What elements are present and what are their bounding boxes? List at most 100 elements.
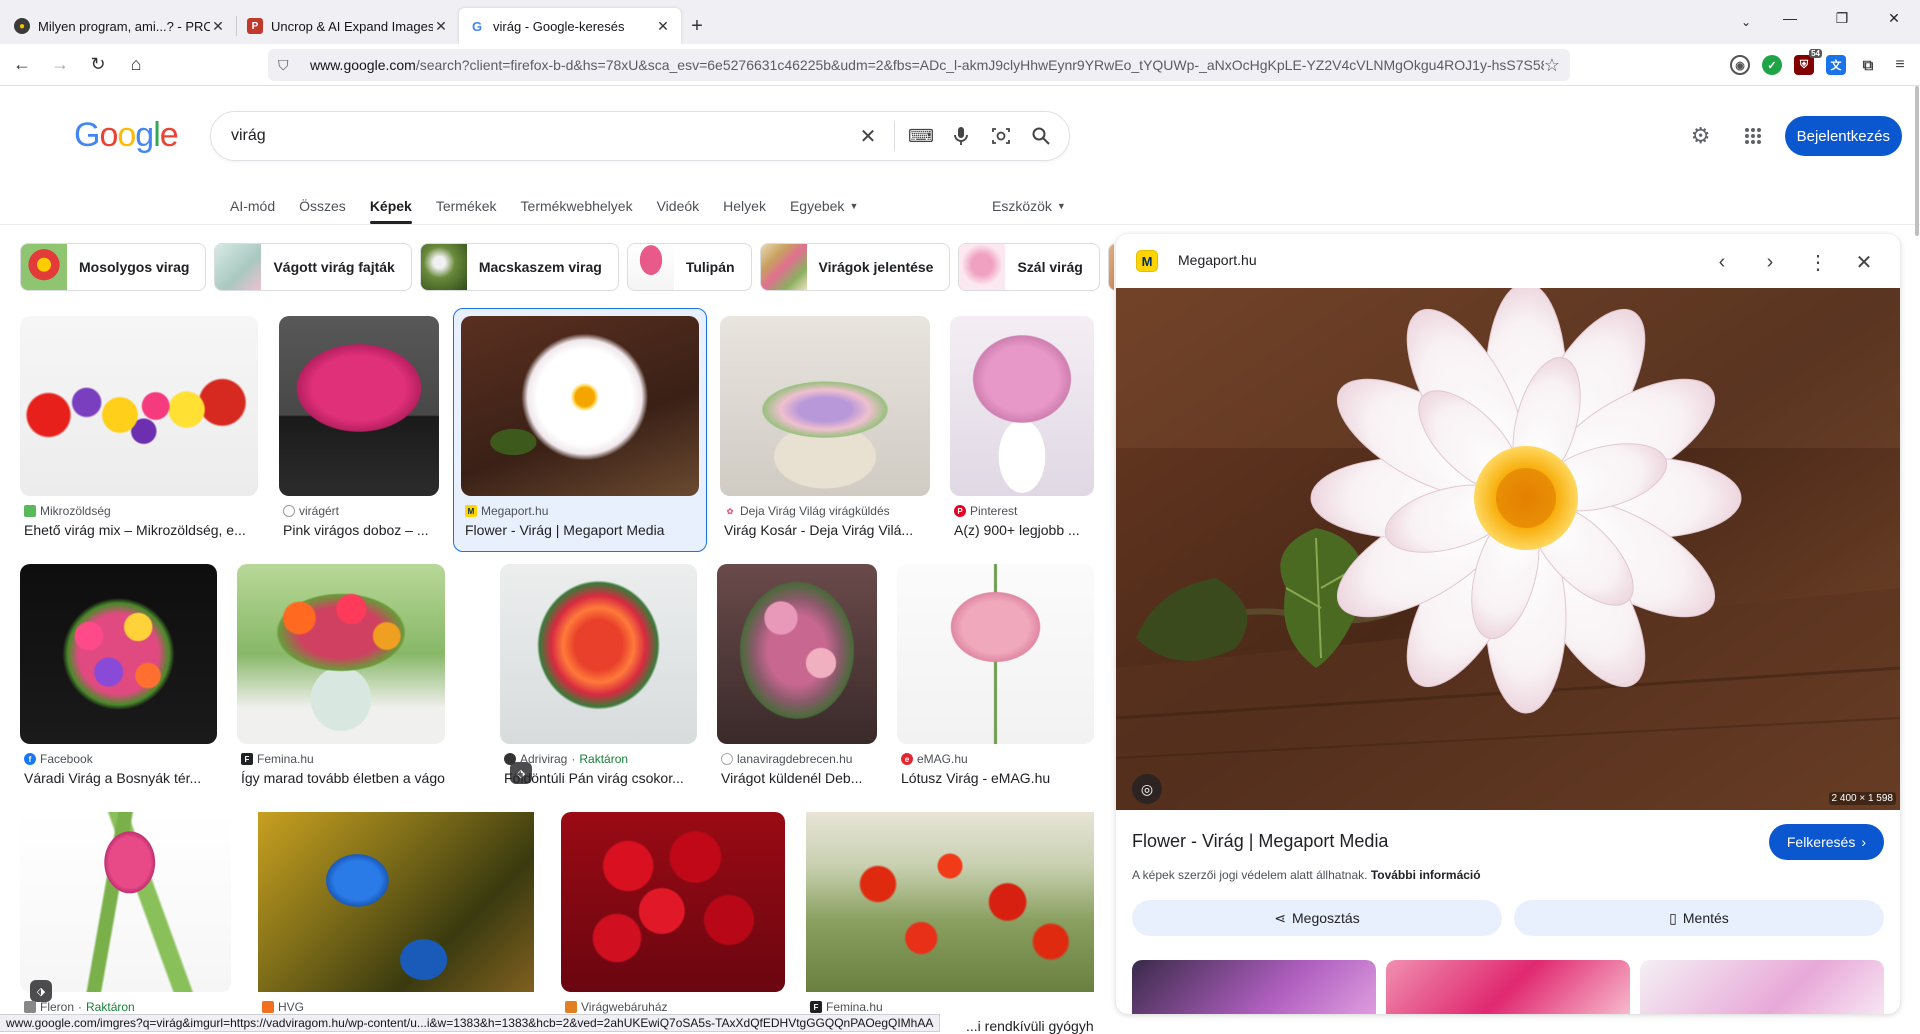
related-image-thumb[interactable] — [1640, 960, 1884, 1014]
check-extension-icon[interactable]: ✓ — [1762, 55, 1782, 75]
result-image[interactable] — [500, 564, 697, 744]
chip-related-search[interactable]: Macskaszem virag — [419, 243, 619, 291]
result-title[interactable]: Földöntúli Pán virág csokor... — [504, 770, 697, 786]
image-result[interactable]: virágért Pink virágos doboz – ... — [279, 316, 439, 546]
image-result[interactable]: ✿ Deja Virág Világ virágküldés Virág Kosá… — [720, 316, 930, 546]
forward-arrow-icon[interactable]: → — [44, 49, 76, 81]
image-result[interactable]: F Femina.hu ...i rendkívüli gyógyh... — [806, 812, 1094, 1034]
result-image[interactable] — [20, 812, 231, 992]
clear-search-icon[interactable]: ✕ — [848, 116, 888, 156]
tab-products[interactable]: Termékek — [436, 188, 497, 224]
chip-related-search[interactable]: Szál virág — [958, 243, 1100, 291]
chip-related-search[interactable] — [1107, 243, 1114, 291]
menu-hamburger-icon[interactable]: ≡ — [1890, 55, 1910, 75]
account-extension-icon[interactable]: ◉ — [1730, 55, 1750, 75]
image-result[interactable]: ⬗ Adrivirag · Raktáron Földöntúli Pán virá… — [500, 564, 697, 794]
close-tab-icon[interactable]: ✕ — [210, 18, 226, 35]
browser-tab-3-active[interactable]: G virág - Google-keresés ✕ — [459, 8, 681, 44]
close-window-icon[interactable]: ✕ — [1868, 0, 1920, 36]
home-icon[interactable]: ⌂ — [120, 49, 152, 81]
chip-related-search[interactable]: Mosolygos virag — [20, 243, 207, 291]
tab-all[interactable]: Összes — [299, 188, 346, 224]
result-image[interactable] — [461, 316, 699, 496]
search-input[interactable]: virág — [231, 127, 848, 145]
image-result[interactable]: f Facebook Váradi Virág a Bosnyák tér... — [20, 564, 217, 794]
camera-lens-icon[interactable] — [981, 116, 1021, 156]
result-image[interactable] — [717, 564, 877, 744]
close-tab-icon[interactable]: ✕ — [433, 18, 449, 35]
lens-search-icon[interactable]: ◎ — [1132, 774, 1162, 804]
result-image[interactable] — [279, 316, 439, 496]
list-all-tabs-icon[interactable]: ⌄ — [1732, 8, 1760, 36]
close-tab-icon[interactable]: ✕ — [655, 18, 671, 35]
apps-grid-icon[interactable] — [1733, 116, 1773, 156]
result-image[interactable] — [20, 564, 217, 744]
back-arrow-icon[interactable]: ← — [6, 49, 38, 81]
ublock-extension-icon[interactable]: ⛨ 54 — [1794, 49, 1822, 75]
result-title[interactable]: Pink virágos doboz – ... — [283, 522, 439, 538]
image-result[interactable]: P Pinterest A(z) 900+ legjobb ... — [950, 316, 1094, 546]
previous-chevron-icon[interactable]: ‹ — [1704, 244, 1740, 280]
share-button[interactable]: ⋖ Megosztás — [1132, 900, 1502, 936]
tab-videos[interactable]: Videók — [657, 188, 700, 224]
image-result[interactable]: Virágwebáruház — [561, 812, 785, 1014]
image-result[interactable]: F Femina.hu Így marad tovább életben a vá… — [237, 564, 445, 794]
save-button[interactable]: ▯ Mentés — [1514, 900, 1884, 936]
result-image[interactable] — [237, 564, 445, 744]
preview-image[interactable] — [1116, 288, 1900, 810]
translate-extension-icon[interactable]: 文 — [1826, 55, 1846, 75]
next-chevron-icon[interactable]: › — [1752, 244, 1788, 280]
image-result[interactable]: HVG — [258, 812, 534, 1014]
chip-related-search[interactable]: Tulipán — [626, 243, 752, 291]
panel-image-title[interactable]: Flower - Virág | Megaport Media — [1132, 831, 1388, 852]
result-title[interactable]: Így marad tovább életben a vágott... — [241, 770, 445, 786]
tab-ai-mode[interactable]: AI-mód — [230, 188, 275, 224]
result-image[interactable] — [720, 316, 930, 496]
result-image[interactable] — [897, 564, 1094, 744]
microphone-icon[interactable] — [941, 116, 981, 156]
result-title[interactable]: Virágot küldenél Deb... — [721, 770, 877, 786]
more-options-icon[interactable]: ⋮ — [1800, 244, 1836, 280]
visit-button[interactable]: Felkeresés › — [1768, 824, 1884, 860]
result-title[interactable]: Virág Kosár - Deja Virág Vilá... — [724, 522, 930, 538]
browser-tab-2[interactable]: P Uncrop & AI Expand Images | F ✕ — [237, 8, 459, 44]
restore-icon[interactable]: ❐ — [1816, 0, 1868, 36]
extensions-puzzle-icon[interactable]: ⧉ — [1858, 55, 1878, 75]
result-title[interactable]: Váradi Virág a Bosnyák tér... — [24, 770, 217, 786]
image-result-selected[interactable]: M Megaport.hu Flower - Virág | Megaport M… — [453, 308, 707, 552]
result-image[interactable] — [950, 316, 1094, 496]
panel-site-name[interactable]: Megaport.hu — [1178, 252, 1257, 268]
image-result[interactable]: Mikrozöldség Ehető virág mix – Mikrozöld… — [20, 316, 258, 546]
tab-shopping-sites[interactable]: Termékwebhelyek — [521, 188, 633, 224]
result-image[interactable] — [561, 812, 785, 992]
image-result[interactable]: lanaviragdebrecen.hu Virágot küldenél De… — [717, 564, 877, 794]
scrollbar-thumb[interactable] — [1915, 86, 1919, 236]
result-title[interactable]: Flower - Virág | Megaport Media — [465, 522, 701, 538]
result-image[interactable] — [806, 812, 1094, 992]
google-logo[interactable]: Google — [74, 116, 179, 155]
shield-icon[interactable]: ⛉ — [278, 57, 296, 74]
bookmark-star-icon[interactable]: ☆ — [1544, 55, 1560, 76]
minimize-icon[interactable]: — — [1764, 0, 1816, 36]
tab-more[interactable]: Egyebek ▼ — [790, 188, 858, 224]
chip-related-search[interactable]: Vágott virág fajták — [214, 243, 412, 291]
keyboard-icon[interactable]: ⌨ — [901, 116, 941, 156]
image-result[interactable]: ⬗ Fleron · Raktáron — [20, 812, 231, 1014]
reload-icon[interactable]: ↻ — [82, 49, 114, 81]
result-title[interactable]: Ehető virág mix – Mikrozöldség, e... — [24, 522, 258, 538]
result-title[interactable]: Lótusz Virág - eMAG.hu — [901, 770, 1094, 786]
sign-in-button[interactable]: Bejelentkezés — [1784, 116, 1902, 156]
page-scrollbar[interactable] — [1914, 86, 1920, 1014]
tab-places[interactable]: Helyek — [723, 188, 766, 224]
chip-related-search[interactable]: Virágok jelentése — [759, 243, 951, 291]
search-box[interactable]: virág ✕ ⌨ — [210, 111, 1070, 161]
address-bar[interactable]: ⛉ www.google.com/search?client=firefox-b… — [268, 49, 1570, 81]
result-image[interactable] — [20, 316, 258, 496]
image-result[interactable]: e eMAG.hu Lótusz Virág - eMAG.hu — [897, 564, 1094, 794]
browser-tab-1[interactable]: ● Milyen program, ami...? - PROH ✕ — [4, 8, 236, 44]
tab-images[interactable]: Képek — [369, 188, 412, 224]
related-image-thumb[interactable] — [1132, 960, 1376, 1014]
result-image[interactable] — [258, 812, 534, 992]
close-panel-icon[interactable]: ✕ — [1846, 244, 1882, 280]
more-info-link[interactable]: További információ — [1371, 868, 1481, 882]
